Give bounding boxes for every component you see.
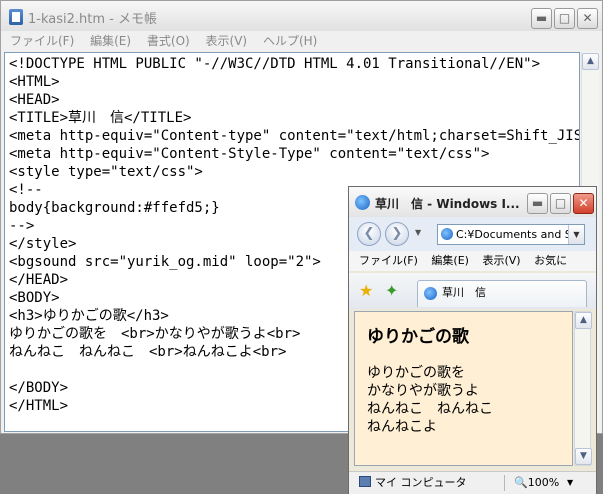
code-line: <BODY> — [9, 290, 60, 306]
page-text-line: かなりやが歌うよ — [367, 383, 479, 399]
favorites-star-icon[interactable]: ★ — [359, 283, 373, 299]
tab-label: 草川 信 — [442, 286, 486, 299]
menu-help[interactable]: ヘルプ(H) — [263, 32, 317, 49]
ie-vertical-scrollbar[interactable]: ▲ ▼ — [574, 311, 592, 466]
address-dropdown-icon[interactable]: ▼ — [568, 225, 584, 244]
ie-address-bar: ❮ ❯ ▼ C:¥Documents and S ▼ — [349, 217, 596, 251]
ie-menu-view[interactable]: 表示(V) — [482, 251, 520, 271]
zoom-dropdown-icon[interactable]: ▼ — [567, 472, 573, 493]
code-line: <bgsound src="yurik_og.mid" loop="2"> — [9, 254, 321, 270]
minimize-icon: ▬ — [531, 196, 544, 210]
code-line: <!-- — [9, 182, 43, 198]
ie-menu-file[interactable]: ファイル(F) — [359, 251, 418, 271]
back-button[interactable]: ❮ — [357, 222, 381, 246]
ie-menu-favorites[interactable]: お気に — [534, 251, 567, 271]
page-text-line: ねんねこ ねんねこ — [367, 401, 493, 417]
ie-status-bar: マイ コンピュータ 🔍100% ▼ — [349, 471, 596, 494]
zoom-level[interactable]: 🔍100% — [514, 472, 559, 493]
code-line: ねんねこ ねんねこ <br>ねんねこよ<br> — [9, 344, 287, 360]
menu-view[interactable]: 表示(V) — [206, 32, 248, 49]
ie-tab[interactable]: 草川 信 — [417, 280, 587, 307]
page-text-line: ねんねこよ — [367, 419, 437, 435]
page-text-line: ゆりかごの歌を — [367, 365, 465, 381]
status-zone: マイ コンピュータ — [375, 476, 467, 489]
ie-scroll-down-button[interactable]: ▼ — [575, 448, 592, 465]
page-icon — [441, 228, 453, 240]
code-line: <!DOCTYPE HTML PUBLIC "-//W3C//DTD HTML … — [9, 56, 541, 72]
menu-file[interactable]: ファイル(F) — [10, 32, 74, 49]
ie-title: 草川 信 - Windows I... — [375, 197, 520, 211]
tab-page-icon — [424, 287, 437, 300]
notepad-titlebar[interactable]: 1-kasi2.htm - メモ帳 ▬ □ ✕ — [1, 1, 602, 31]
code-line: </BODY> — [9, 380, 69, 396]
ie-logo-icon — [355, 195, 370, 210]
ie-maximize-button[interactable]: □ — [550, 193, 571, 214]
code-line: </style> — [9, 236, 77, 252]
back-arrow-icon: ❮ — [363, 226, 375, 241]
ie-titlebar[interactable]: 草川 信 - Windows I... ▬ □ ✕ — [349, 187, 596, 217]
ie-scroll-up-button[interactable]: ▲ — [575, 312, 592, 329]
code-line: <meta http-equiv="Content-Style-Type" co… — [9, 146, 490, 162]
code-line: <style type="text/css"> — [9, 164, 203, 180]
forward-button[interactable]: ❯ — [385, 222, 409, 246]
status-divider — [504, 475, 505, 491]
ie-window: 草川 信 - Windows I... ▬ □ ✕ ❮ ❯ ▼ C:¥Docum… — [348, 186, 597, 494]
code-line: body{background:#ffefd5;} — [9, 200, 220, 216]
code-line: <meta http-equiv="Content-type" content=… — [9, 128, 580, 144]
ie-close-button[interactable]: ✕ — [573, 193, 594, 214]
address-input[interactable]: C:¥Documents and S ▼ — [437, 224, 585, 245]
code-line: <h3>ゆりかごの歌</h3> — [9, 308, 169, 324]
page-heading: ゆりかごの歌 — [367, 327, 469, 347]
code-line: <HTML> — [9, 74, 60, 90]
ie-page-content: ゆりかごの歌 ゆりかごの歌を かなりやが歌うよ ねんねこ ねんねこ ねんねこよ — [354, 311, 573, 466]
ie-menubar: ファイル(F) 編集(E) 表示(V) お気に — [349, 251, 596, 271]
minimize-button[interactable]: ▬ — [531, 8, 552, 29]
maximize-icon: □ — [558, 11, 571, 25]
close-icon: ✕ — [578, 196, 589, 210]
close-icon: ✕ — [582, 11, 593, 25]
scroll-up-button[interactable]: ▲ — [582, 53, 599, 70]
arrow-up-icon: ▲ — [587, 56, 594, 66]
code-line: </HEAD> — [9, 272, 69, 288]
code-line: <TITLE>草川 信</TITLE> — [9, 110, 192, 126]
notepad-title: 1-kasi2.htm - メモ帳 — [28, 12, 157, 27]
ie-minimize-button[interactable]: ▬ — [527, 193, 548, 214]
computer-icon — [359, 476, 371, 487]
notepad-icon — [9, 9, 23, 25]
code-line: </HTML> — [9, 398, 69, 414]
arrow-up-icon: ▲ — [580, 315, 587, 325]
maximize-icon: □ — [554, 196, 567, 210]
arrow-down-icon: ▼ — [580, 451, 587, 461]
code-line: ゆりかごの歌を <br>かなりやが歌うよ<br> — [9, 326, 301, 342]
add-favorite-icon[interactable]: ✦ — [385, 283, 398, 299]
history-dropdown-icon[interactable]: ▼ — [415, 228, 421, 237]
notepad-menubar: ファイル(F) 編集(E) 書式(O) 表示(V) ヘルプ(H) — [1, 32, 602, 52]
code-line: <HEAD> — [9, 92, 60, 108]
menu-edit[interactable]: 編集(E) — [90, 32, 131, 49]
ie-menu-edit[interactable]: 編集(E) — [431, 251, 469, 271]
code-line: --> — [9, 218, 35, 234]
address-text: C:¥Documents and S — [456, 228, 572, 241]
close-button[interactable]: ✕ — [577, 8, 598, 29]
forward-arrow-icon: ❯ — [391, 226, 403, 241]
ie-favorites-bar: ★ ✦ 草川 信 — [349, 273, 596, 309]
menu-format[interactable]: 書式(O) — [147, 32, 190, 49]
maximize-button[interactable]: □ — [554, 8, 575, 29]
minimize-icon: ▬ — [535, 11, 548, 25]
